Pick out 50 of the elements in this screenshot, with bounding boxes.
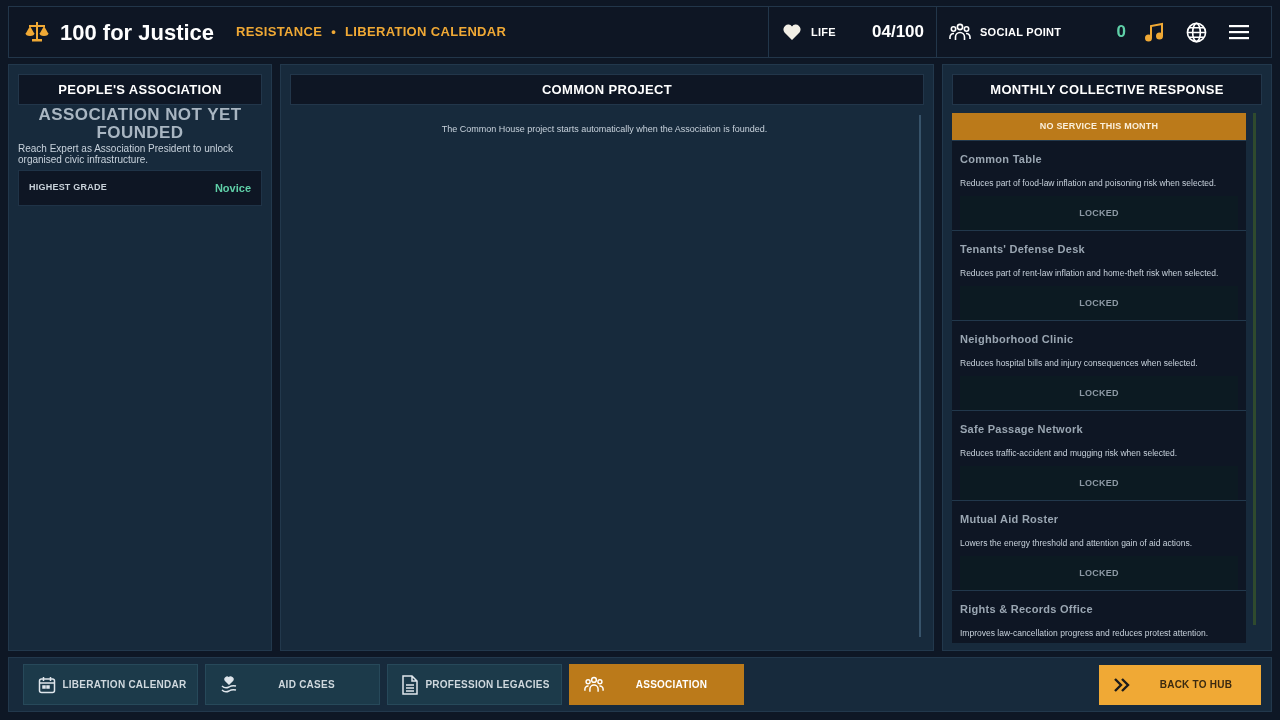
grade-label: HIGHEST GRADE [29,181,107,195]
service-description: Improves law-cancellation progress and reduces protest attention. [960,626,1210,640]
document-icon [402,674,418,695]
service-name: Mutual Aid Roster [960,512,1060,527]
people-icon [584,676,604,693]
service-name: Common Table [960,152,1043,167]
life-value: 04/100 [872,21,924,44]
service-description: Reduces part of rent-law inflation and home-theft risk when selected. [960,266,1220,280]
globe-icon[interactable] [1186,21,1207,43]
locked-status: LOCKED [960,196,1238,231]
calendar-icon [38,675,56,694]
project-message: The Common House project starts automatically when the Association is founded. [441,123,768,136]
scales-icon [25,21,49,43]
app-title: 100 for Justice [60,18,215,47]
association-status: ASSOCIATION NOT YET FOUNDED [37,106,243,142]
service-description: Reduces traffic-accident and mugging risk when selected. [960,446,1179,460]
service-name: Neighborhood Clinic [960,332,1075,347]
heart-icon [783,24,801,40]
nav-tab[interactable]: ASSOCIATION [569,664,744,705]
panel-heading: MONTHLY COLLECTIVE RESPONSE [952,74,1262,105]
music-note-icon[interactable] [1144,22,1164,42]
service-name: Tenants' Defense Desk [960,242,1086,257]
association-hint: Reach Expert as Association President to unlock organised civic infrastructure. [18,143,235,165]
panel-heading: COMMON PROJECT [290,74,924,105]
hand-heart-icon [220,675,238,694]
breadcrumb-item[interactable]: RESISTANCE [236,22,323,42]
locked-status: LOCKED [960,556,1238,591]
service-description: Reduces part of food-law inflation and poisoning risk when selected. [960,176,1218,190]
service-name: Rights & Records Office [960,602,1094,617]
nav-tab[interactable]: PROFESSION LEGACIES [387,664,562,705]
grade-value: Novice [214,180,251,196]
service-name: Safe Passage Network [960,422,1084,437]
service-description: Reduces hospital bills and injury consequences when selected. [960,356,1199,370]
locked-status: LOCKED [960,286,1238,321]
life-label: LIFE [811,24,836,40]
menu-icon[interactable] [1229,24,1249,40]
social-point-label: SOCIAL POINT [980,24,1062,40]
back-to-hub-button[interactable]: BACK TO HUB [1099,664,1261,705]
nav-tab[interactable]: AID CASES [205,664,380,705]
people-icon [949,23,971,41]
locked-status: LOCKED [960,376,1238,411]
service-description: Lowers the energy threshold and attention gain of aid actions. [960,536,1193,550]
double-chevron-icon [1113,676,1131,693]
nav-tab[interactable]: LIBERATION CALENDAR [23,664,198,705]
status-banner: NO SERVICE THIS MONTH [952,113,1246,140]
breadcrumb-separator: • [331,23,337,42]
panel-heading: PEOPLE'S ASSOCIATION [18,74,262,105]
locked-status: LOCKED [960,466,1238,501]
social-point-value: 0 [1116,21,1126,44]
breadcrumb-item[interactable]: LIBERATION CALENDAR [345,22,507,42]
